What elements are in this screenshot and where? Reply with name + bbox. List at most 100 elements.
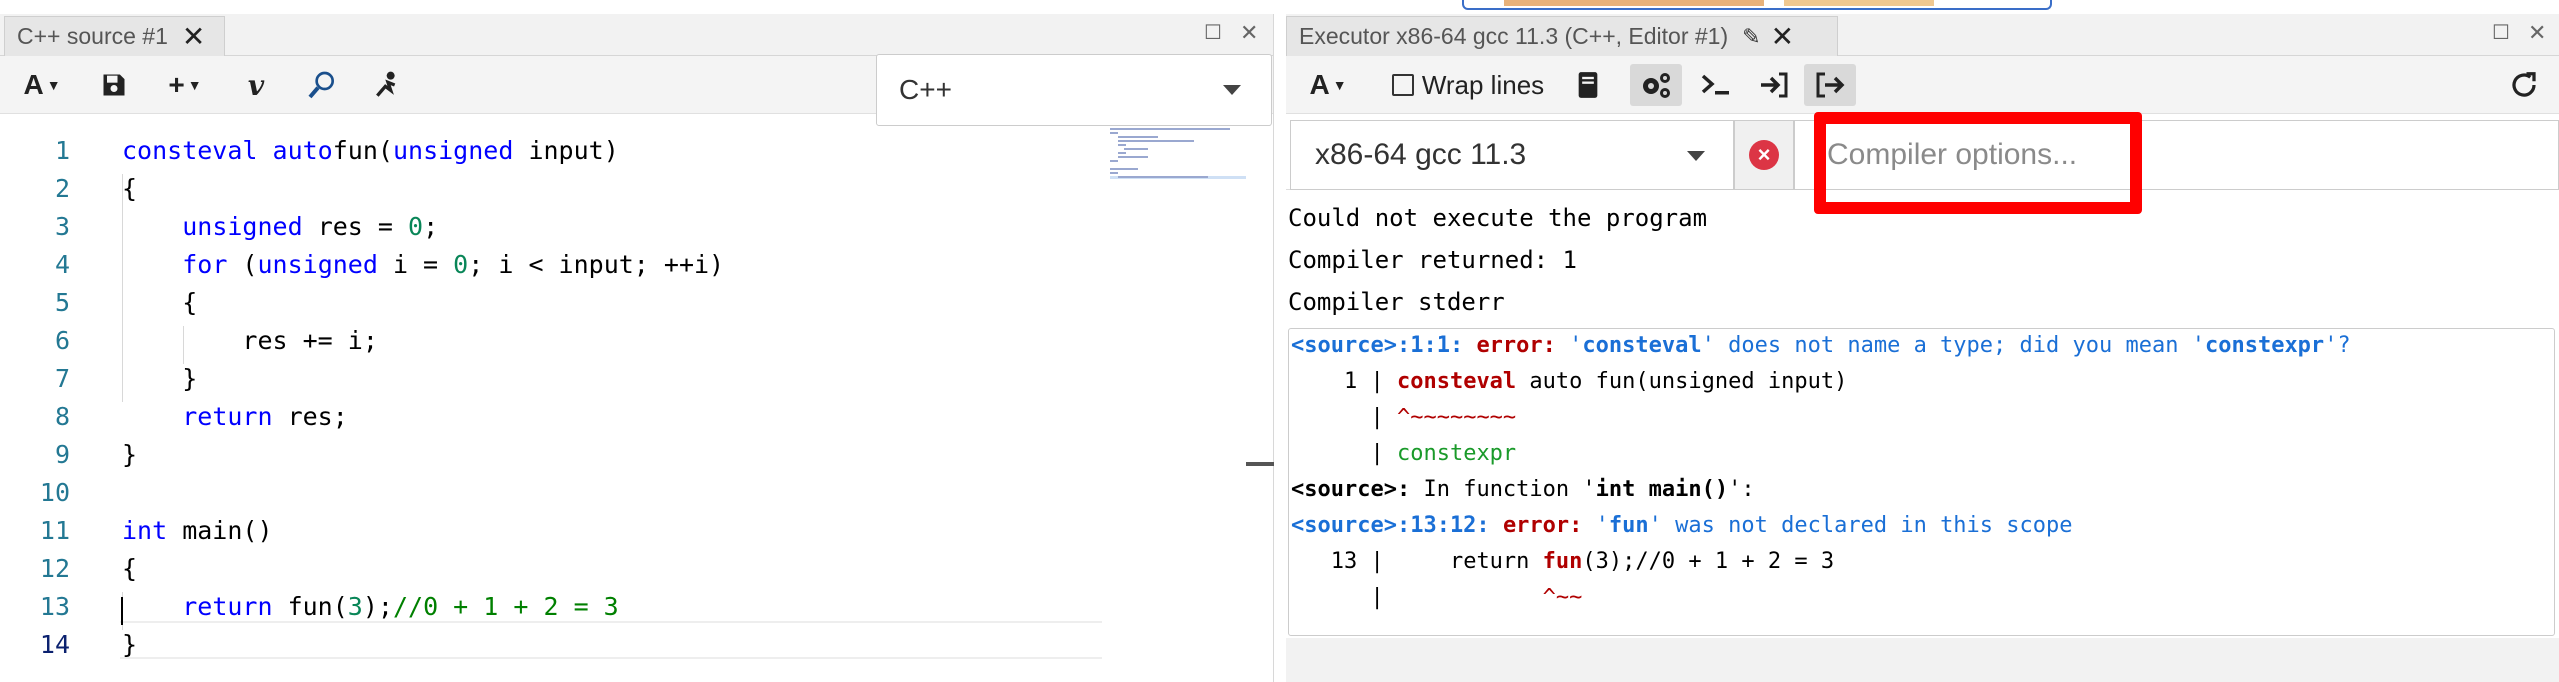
font-icon: A <box>23 69 44 100</box>
code-line-8: return res; <box>182 402 348 431</box>
current-line-highlight <box>120 621 1102 659</box>
top-banner[interactable] <box>1462 0 2052 10</box>
sign-in-icon <box>1761 72 1788 98</box>
stderr-line: | ^~~~~~~~~ <box>1291 405 1517 430</box>
close-icon[interactable]: ✕ <box>1771 22 1794 51</box>
stderr-line: <source>:13:12: error: 'fun' was not dec… <box>1291 513 2073 538</box>
stderr-line: <source>: In function 'int main()': <box>1291 477 1755 502</box>
line-number: 12 <box>39 554 70 583</box>
tab-source[interactable]: C++ source #1 ✕ <box>4 16 225 56</box>
line-number: 8 <box>54 402 70 431</box>
output-status-line: Could not execute the program <box>1288 204 1708 232</box>
font-size-button[interactable]: A ▼ <box>14 64 70 106</box>
terminal-icon <box>1701 74 1729 95</box>
vim-mode-button[interactable]: v <box>236 64 276 106</box>
output-return-code: Compiler returned: 1 <box>1288 246 1577 274</box>
code-line-4: for (unsigned i = 0; i < input; ++i) <box>182 250 725 279</box>
stderr-line: | ^~~ <box>1291 585 1583 610</box>
cpp-insights-button[interactable] <box>300 64 344 106</box>
sign-out-icon <box>1816 72 1845 98</box>
code-line-9: } <box>122 440 138 469</box>
code-line-7: } <box>122 364 198 393</box>
chevron-down-icon <box>1223 85 1241 95</box>
execution-args-button[interactable] <box>1694 64 1738 106</box>
refresh-button[interactable] <box>2502 64 2546 106</box>
quick-bench-button[interactable] <box>366 64 410 106</box>
vim-icon: v <box>247 68 265 102</box>
close-icon[interactable]: ✕ <box>1240 20 1258 46</box>
times-circle-icon: × <box>1749 140 1779 170</box>
language-select[interactable]: C++ <box>876 54 1272 126</box>
line-number: 1 <box>54 136 70 165</box>
compiler-options-input[interactable] <box>1794 120 2559 190</box>
pencil-icon[interactable]: ✎ <box>1742 24 1760 50</box>
line-number: 2 <box>54 174 70 203</box>
minimap[interactable] <box>1106 126 1246 206</box>
wrap-lines-label: Wrap lines <box>1421 69 1545 100</box>
font-icon: A <box>1309 69 1330 100</box>
line-number: 6 <box>54 326 70 355</box>
line-number: 11 <box>39 516 70 545</box>
chevron-down-icon: ▼ <box>1332 77 1347 93</box>
source-tabbar: C++ source #1 ✕ ☐ ✕ <box>0 14 1273 56</box>
tab-executor[interactable]: Executor x86-64 gcc 11.3 (C++, Editor #1… <box>1286 16 1838 56</box>
language-select-value: C++ <box>899 74 952 105</box>
compiler-select-value: x86-64 gcc 11.3 <box>1315 138 1527 171</box>
code-line-12: { <box>122 554 138 583</box>
save-button[interactable] <box>94 64 134 106</box>
chevron-down-icon <box>1687 151 1705 161</box>
compiler-row: x86-64 gcc 11.3 × <box>1286 116 2559 190</box>
wrap-lines-toggle[interactable]: Wrap lines <box>1388 64 1548 106</box>
save-icon <box>103 74 125 96</box>
refresh-icon <box>2512 72 2536 97</box>
line-number: 3 <box>54 212 70 241</box>
font-size-button[interactable]: A ▼ <box>1302 64 1354 106</box>
code-line-3: unsigned res = 0; <box>182 212 439 241</box>
code-line-13: return fun(3);//0 + 1 + 2 = 3 <box>182 592 619 621</box>
tab-executor-label: Executor x86-64 gcc 11.3 (C++, Editor #1… <box>1299 23 1729 49</box>
add-new-button[interactable]: + ▼ <box>156 64 214 106</box>
output-button[interactable] <box>1804 64 1856 106</box>
close-icon[interactable]: ✕ <box>182 22 205 51</box>
line-number: 5 <box>54 288 70 317</box>
close-icon[interactable]: ✕ <box>2528 20 2546 46</box>
maximize-icon[interactable]: ☐ <box>1204 20 1222 45</box>
stderr-output: <source>:1:1: error: 'consteval' does no… <box>1288 328 2555 636</box>
line-number: 4 <box>54 250 70 279</box>
code-editor[interactable]: 1 2 3 4 5 6 7 8 9 10 11 12 13 14 constev… <box>0 126 1274 682</box>
text-cursor <box>121 597 123 625</box>
code-line-1: consteval autofun(unsigned input) <box>122 136 619 165</box>
plus-icon: + <box>168 69 185 100</box>
scrollbar-marker[interactable] <box>1246 462 1274 466</box>
compiler-select[interactable]: x86-64 gcc 11.3 <box>1290 120 1734 190</box>
tab-source-label: C++ source #1 <box>17 23 168 49</box>
banner-graphic-2 <box>1784 0 1934 6</box>
stderr-line: 13 | return fun(3);//0 + 1 + 2 = 3 <box>1291 549 1835 574</box>
gears-icon <box>1643 73 1670 98</box>
line-number: 14 <box>39 630 70 659</box>
source-editor-pane: C++ source #1 ✕ ☐ ✕ A ▼ + ▼ v C++ 1 2 3 … <box>0 14 1274 682</box>
executor-toolbar: A ▼ Wrap lines <box>1286 56 2559 114</box>
executor-tabbar: Executor x86-64 gcc 11.3 (C++, Editor #1… <box>1286 14 2559 56</box>
output-stderr-header: Compiler stderr <box>1288 288 1505 316</box>
output-footer <box>1286 638 2559 682</box>
line-number: 10 <box>39 478 70 507</box>
line-number: 13 <box>39 592 70 621</box>
checkbox-icon[interactable] <box>1391 74 1414 96</box>
libraries-button[interactable] <box>1568 64 1608 106</box>
chevron-down-icon: ▼ <box>187 77 202 93</box>
settings-button[interactable] <box>1630 64 1682 106</box>
line-number: 7 <box>54 364 70 393</box>
code-line-5: { <box>122 288 198 317</box>
maximize-icon[interactable]: ☐ <box>2492 20 2510 45</box>
stderr-line: 1 | consteval auto fun(unsigned input) <box>1291 369 1848 394</box>
stopwatch-runner-icon <box>376 71 396 97</box>
line-number: 9 <box>54 440 70 469</box>
stderr-line: <source>:1:1: error: 'consteval' does no… <box>1291 333 2351 358</box>
insights-magnifier-icon <box>308 71 334 99</box>
code-line-14: } <box>122 630 138 659</box>
code-line-11: int main() <box>122 516 273 545</box>
stderr-line: | constexpr <box>1291 441 1517 466</box>
clear-options-button[interactable]: × <box>1734 120 1794 190</box>
stdin-button[interactable] <box>1752 64 1796 106</box>
